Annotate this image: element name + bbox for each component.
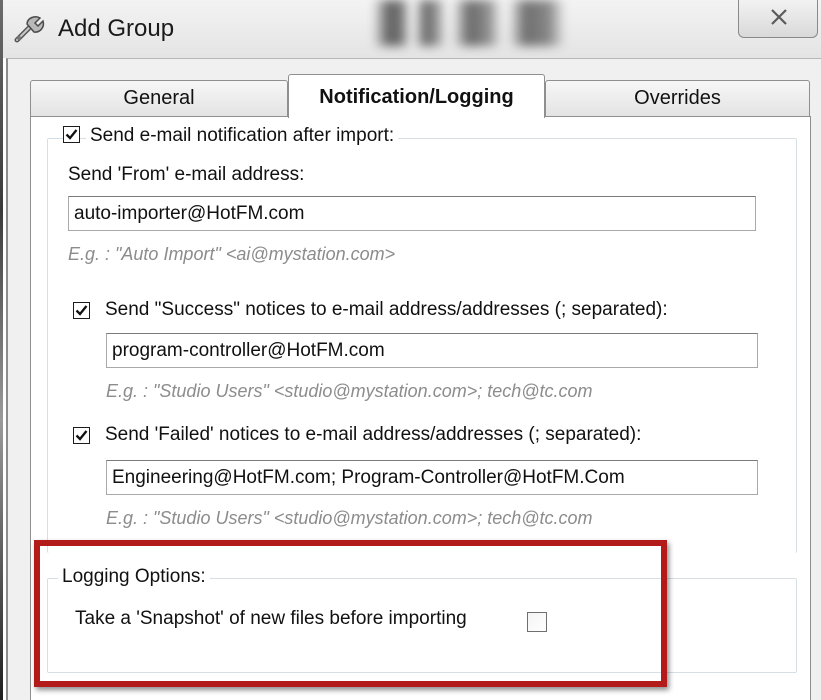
email-notification-legend: Send e-mail notification after import: bbox=[86, 125, 399, 147]
from-address-input[interactable]: auto-importer@HotFM.com bbox=[68, 196, 756, 231]
success-notices-label: Send "Success" notices to e-mail address… bbox=[105, 299, 668, 320]
add-group-dialog: Add Group General Notification/Logging O… bbox=[0, 0, 821, 700]
close-button[interactable] bbox=[738, 0, 818, 38]
wrench-icon bbox=[14, 16, 45, 43]
highlight-annotation-box bbox=[34, 540, 667, 687]
tab-notification-logging[interactable]: Notification/Logging bbox=[288, 74, 545, 118]
email-notification-checkbox[interactable] bbox=[63, 126, 80, 143]
checkmark-icon bbox=[75, 305, 88, 316]
failed-notices-hint: E.g. : "Studio Users" <studio@mystation.… bbox=[106, 508, 593, 528]
tab-general[interactable]: General bbox=[30, 80, 288, 116]
checkmark-icon bbox=[65, 129, 78, 140]
close-icon bbox=[771, 9, 787, 25]
success-notices-input[interactable]: program-controller@HotFM.com bbox=[106, 333, 758, 368]
checkmark-icon bbox=[75, 430, 88, 441]
window-title: Add Group bbox=[58, 15, 175, 42]
success-notices-hint: E.g. : "Studio Users" <studio@mystation.… bbox=[106, 381, 593, 401]
failed-notices-input[interactable]: Engineering@HotFM.com; Program-Controlle… bbox=[106, 460, 758, 495]
background-window-edge bbox=[0, 0, 3, 700]
blurred-title-area bbox=[373, 0, 573, 46]
from-address-label: Send 'From' e-mail address: bbox=[68, 164, 305, 185]
title-bar[interactable]: Add Group bbox=[3, 0, 821, 58]
failed-notices-checkbox[interactable] bbox=[73, 427, 90, 444]
from-address-hint: E.g. : "Auto Import" <ai@mystation.com> bbox=[68, 244, 396, 264]
success-notices-checkbox[interactable] bbox=[73, 302, 90, 319]
failed-notices-label: Send 'Failed' notices to e-mail address/… bbox=[105, 424, 642, 445]
tab-overrides[interactable]: Overrides bbox=[545, 80, 810, 116]
